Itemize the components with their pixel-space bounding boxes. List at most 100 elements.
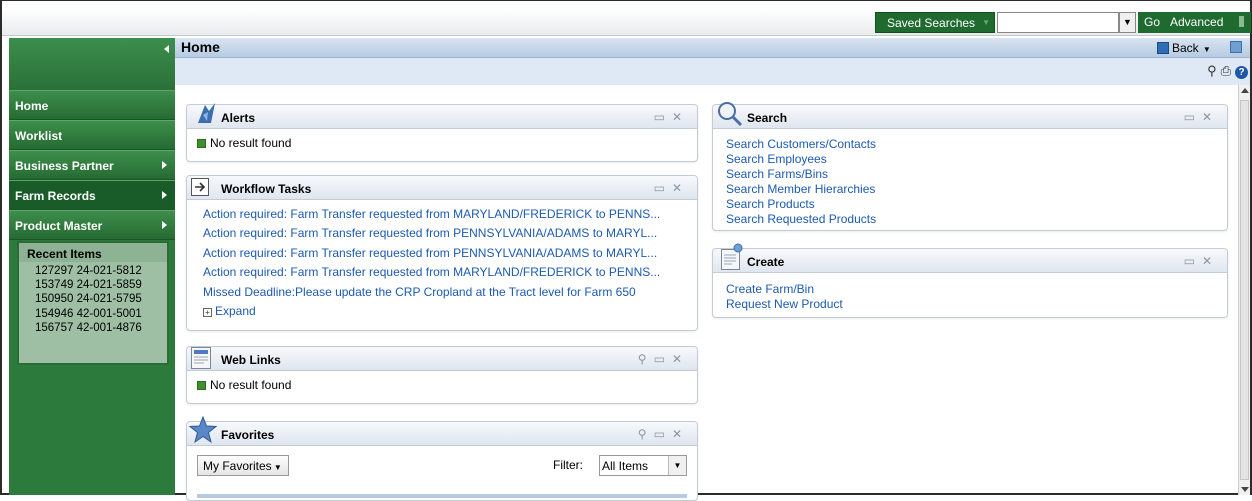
back-button[interactable]: Back ▼ xyxy=(1157,41,1211,55)
advanced-link[interactable]: Advanced xyxy=(1170,15,1223,29)
saved-searches-label: Saved Searches xyxy=(887,16,976,30)
recent-item[interactable]: 150950 24-021-5795 xyxy=(35,292,167,306)
portlet-title: Favorites xyxy=(221,428,275,442)
task-link[interactable]: Action required: Farm Transfer requested… xyxy=(203,263,687,282)
info-icon xyxy=(197,139,206,148)
personalize-icon[interactable]: ⚲ xyxy=(1207,63,1221,78)
create-link[interactable]: Request New Product xyxy=(726,297,1227,312)
search-link[interactable]: Search Customers/Contacts xyxy=(726,137,1227,152)
go-button[interactable]: Go xyxy=(1144,15,1160,29)
chevron-down-icon: ▼ xyxy=(668,456,686,475)
minimize-icon[interactable]: ▭ xyxy=(1184,110,1202,124)
window-options-icon[interactable] xyxy=(1230,41,1242,53)
portlet-controls: ⚲▭✕ xyxy=(638,352,689,366)
sidebar-item-farm-records[interactable]: Farm Records xyxy=(9,180,175,210)
personalize-icon[interactable]: ⚲ xyxy=(638,427,654,441)
search-dropdown-button[interactable]: ▼ xyxy=(1119,12,1136,33)
filter-select[interactable]: All Items ▼ xyxy=(599,455,687,476)
sidebar: Home Worklist Business Partner Farm Reco… xyxy=(9,38,175,495)
toolbar-icons: ⚲⎙? xyxy=(1207,63,1248,79)
portlet-header: Workflow Tasks ▭✕ xyxy=(187,176,697,200)
portlet-controls: ▭✕ xyxy=(1184,110,1219,124)
close-icon[interactable]: ✕ xyxy=(1202,110,1219,124)
close-icon[interactable]: ✕ xyxy=(672,110,689,124)
sidebar-item-worklist[interactable]: Worklist xyxy=(9,120,175,150)
page-toolbar: ⚲⎙? xyxy=(175,58,1250,85)
workflow-tasks-portlet: Workflow Tasks ▭✕ Action required: Farm … xyxy=(186,175,698,331)
scroll-up-icon[interactable] xyxy=(1241,88,1249,93)
sidebar-item-home[interactable]: Home xyxy=(9,90,175,120)
sidebar-item-label: Worklist xyxy=(15,129,63,143)
portlet-body: No result found xyxy=(187,372,697,392)
portlet-title: Alerts xyxy=(221,111,256,125)
portlet-title: Web Links xyxy=(221,353,281,367)
close-icon[interactable]: ✕ xyxy=(672,352,689,366)
expand-link[interactable]: + Expand xyxy=(203,302,687,321)
web-links-portlet: Web Links ⚲▭✕ No result found xyxy=(186,346,698,404)
saved-searches-button[interactable]: Saved Searches ▼ xyxy=(875,12,995,33)
portlet-body: Action required: Farm Transfer requested… xyxy=(187,201,697,321)
portlet-controls: ▭✕ xyxy=(654,110,689,124)
favorites-portlet: Favorites ⚲▭✕ My Favorites ▼ Filter: All… xyxy=(186,416,698,501)
chevron-down-icon: ▼ xyxy=(982,18,990,27)
recent-items-list: 127297 24-021-5812 153749 24-021-5859 15… xyxy=(19,262,167,335)
recent-item[interactable]: 156757 42-001-4876 xyxy=(35,321,167,335)
magnifier-icon xyxy=(718,102,743,127)
search-link[interactable]: Search Employees xyxy=(726,152,1227,167)
minimize-icon[interactable]: ▭ xyxy=(654,427,672,441)
sidebar-item-business-partner[interactable]: Business Partner xyxy=(9,150,175,180)
task-link[interactable]: Action required: Farm Transfer requested… xyxy=(203,244,687,263)
scroll-down-icon[interactable] xyxy=(1241,487,1249,492)
portlet-body: No result found xyxy=(187,130,697,150)
portlet-controls: ▭✕ xyxy=(654,181,689,195)
web-page-icon xyxy=(191,347,211,369)
alerts-portlet: Alerts ▭✕ No result found xyxy=(186,103,698,162)
help-icon[interactable]: ? xyxy=(1235,66,1248,79)
portlet-title: Search xyxy=(747,111,788,125)
scroll-thumb[interactable] xyxy=(1240,100,1249,480)
minimize-icon[interactable]: ▭ xyxy=(654,352,672,366)
back-label: Back xyxy=(1172,41,1199,55)
portlet-header: Create ▭✕ xyxy=(713,243,1227,273)
favorites-dropdown[interactable]: My Favorites ▼ xyxy=(197,455,289,476)
recent-item[interactable]: 127297 24-021-5812 xyxy=(35,264,167,278)
recent-item[interactable]: 154946 42-001-5001 xyxy=(35,307,167,321)
minimize-icon[interactable]: ▭ xyxy=(654,181,672,195)
chevron-right-icon xyxy=(162,221,167,229)
close-icon[interactable]: ✕ xyxy=(672,181,689,195)
sidebar-item-label: Farm Records xyxy=(15,189,96,203)
portlet-title: Create xyxy=(747,255,785,269)
search-input[interactable] xyxy=(997,12,1119,33)
minimize-icon[interactable]: ▭ xyxy=(1184,254,1202,268)
collapse-sidebar-icon[interactable] xyxy=(164,45,169,53)
close-icon[interactable]: ✕ xyxy=(1202,254,1219,268)
empty-message: No result found xyxy=(210,378,292,392)
top-bar: Saved Searches ▼ ▼ Go Advanced xyxy=(2,8,1251,36)
portlet-header: Search ▭✕ xyxy=(713,102,1227,129)
search-link[interactable]: Search Farms/Bins xyxy=(726,167,1227,182)
personalize-icon[interactable]: ⚲ xyxy=(638,352,654,366)
portlet-body: Search Customers/Contacts Search Employe… xyxy=(713,130,1227,227)
minimize-icon[interactable]: ▭ xyxy=(654,110,672,124)
pin-icon[interactable] xyxy=(1239,16,1244,27)
recent-items-panel: Recent Items 127297 24-021-5812 153749 2… xyxy=(17,241,169,365)
search-link[interactable]: Search Products xyxy=(726,197,1227,212)
task-link[interactable]: Missed Deadline:Please update the CRP Cr… xyxy=(203,283,687,302)
portlet-header: Favorites ⚲▭✕ xyxy=(187,416,697,446)
create-portlet: Create ▭✕ Create Farm/Bin Request New Pr… xyxy=(712,243,1228,318)
search-link[interactable]: Search Member Hierarchies xyxy=(726,182,1227,197)
sidebar-item-product-master[interactable]: Product Master xyxy=(9,210,175,240)
filter-label: Filter: xyxy=(553,458,583,472)
print-icon[interactable]: ⎙ xyxy=(1221,63,1235,78)
vertical-scrollbar[interactable] xyxy=(1238,85,1250,495)
recent-item[interactable]: 153749 24-021-5859 xyxy=(35,278,167,292)
search-portlet: Search ▭✕ Search Customers/Contacts Sear… xyxy=(712,102,1228,231)
portlet-body: Create Farm/Bin Request New Product xyxy=(713,274,1227,312)
search-link[interactable]: Search Requested Products xyxy=(726,212,1227,227)
portlet-controls: ▭✕ xyxy=(1184,254,1219,268)
task-link[interactable]: Action required: Farm Transfer requested… xyxy=(203,224,687,243)
portlet-title: Workflow Tasks xyxy=(221,182,312,196)
task-link[interactable]: Action required: Farm Transfer requested… xyxy=(203,205,687,224)
close-icon[interactable]: ✕ xyxy=(672,427,689,441)
create-link[interactable]: Create Farm/Bin xyxy=(726,282,1227,297)
